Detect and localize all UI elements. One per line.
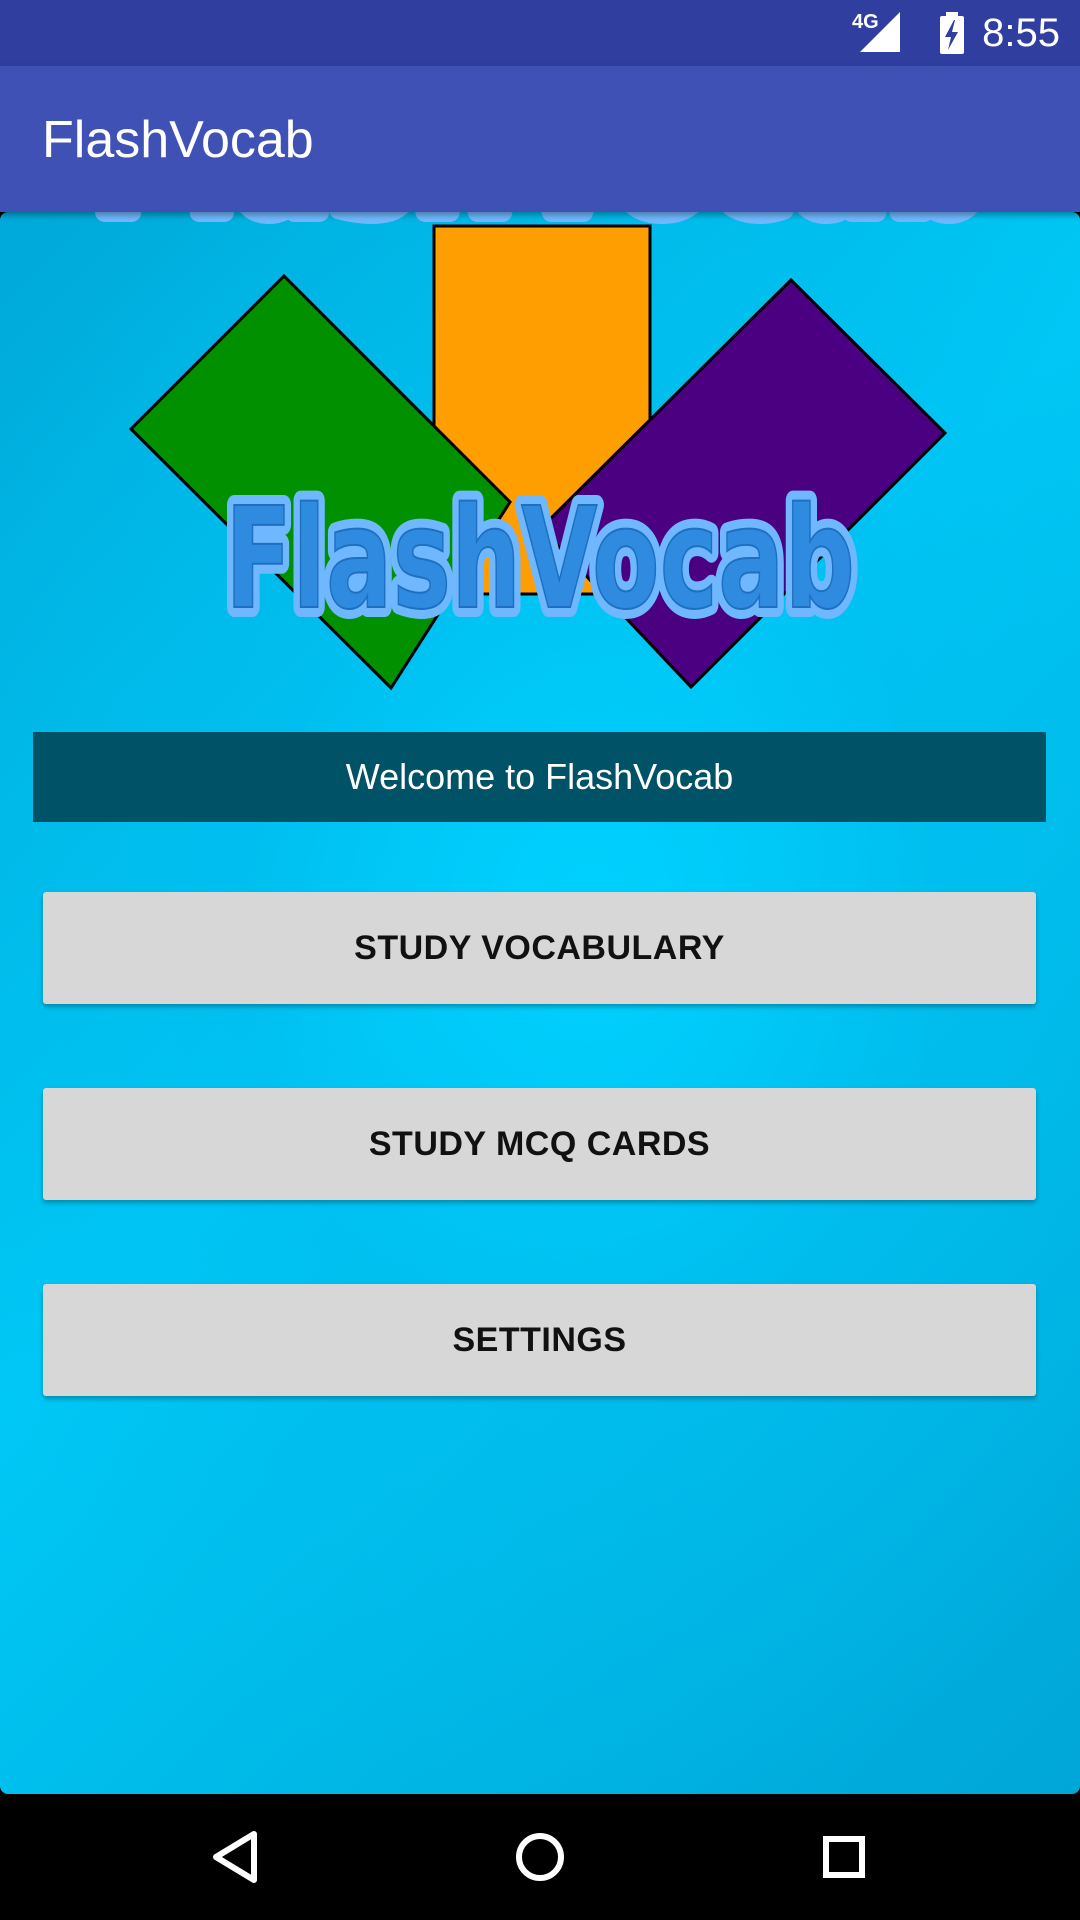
logo-text: FlashVocab (225, 478, 855, 641)
app-bar: FlashVocab (0, 66, 1080, 212)
study-vocabulary-button[interactable]: STUDY VOCABULARY (43, 892, 1036, 1004)
battery-charging-icon (940, 12, 964, 54)
recents-button[interactable] (784, 1794, 904, 1920)
signal-icon: 4G (852, 11, 900, 52)
welcome-banner: Welcome to FlashVocab (33, 732, 1046, 822)
network-type-label: 4G (852, 11, 879, 33)
study-mcq-cards-button[interactable]: STUDY MCQ CARDS (43, 1088, 1036, 1200)
main-content: FlashVocab FlashVocab FlashVocab Welcome… (0, 212, 1080, 1794)
home-button[interactable] (480, 1794, 600, 1920)
back-icon (213, 1831, 257, 1883)
navigation-bar (0, 1794, 1080, 1920)
recents-icon (823, 1836, 865, 1878)
home-icon (516, 1833, 564, 1881)
back-button[interactable] (176, 1794, 296, 1920)
app-title: FlashVocab (42, 111, 314, 169)
settings-button[interactable]: SETTINGS (43, 1284, 1036, 1396)
logo-text-outline: FlashVocab (92, 212, 988, 246)
flashvocab-logo: FlashVocab FlashVocab FlashVocab (82, 212, 998, 691)
app-screen: 4G 8:55 FlashVocab FlashVocab FlashVocab… (0, 0, 1080, 1920)
status-bar: 4G 8:55 (0, 0, 1080, 66)
status-time: 8:55 (982, 11, 1060, 55)
